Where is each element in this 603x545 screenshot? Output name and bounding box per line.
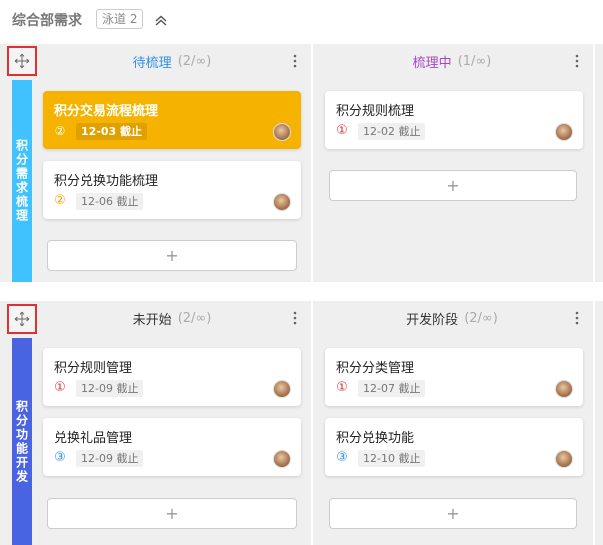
task-card[interactable]: 积分规则管理 ① 12-09 截止 xyxy=(43,348,301,406)
lane-count-badge: 泳道 2 xyxy=(96,9,144,29)
column-menu-button[interactable] xyxy=(290,308,300,328)
move-icon xyxy=(14,53,30,69)
avatar xyxy=(555,123,573,141)
due-date-badge: 12-03 截止 xyxy=(76,123,148,140)
column-divider xyxy=(593,44,595,282)
task-card[interactable]: 积分兑换功能 ③ 12-10 截止 xyxy=(325,418,583,476)
column-header-development: 开发阶段 (2/∞) xyxy=(313,301,591,335)
column-divider xyxy=(311,301,313,545)
card-title: 积分兑换功能梳理 xyxy=(54,174,159,189)
add-card-button[interactable]: + xyxy=(329,170,577,201)
more-vertical-icon xyxy=(575,54,579,68)
due-date-badge: 12-02 截止 xyxy=(358,123,426,140)
task-card[interactable]: 积分分类管理 ① 12-07 截止 xyxy=(325,348,583,406)
avatar xyxy=(555,450,573,468)
lane-drag-handle[interactable] xyxy=(7,46,37,76)
task-card[interactable]: 积分规则梳理 ① 12-02 截止 xyxy=(325,91,583,149)
column-header-todo: 待梳理 (2/∞) xyxy=(42,44,302,78)
column-title: 未开始 xyxy=(132,312,172,328)
due-date-badge: 12-07 截止 xyxy=(358,380,426,397)
priority-badge: ③ xyxy=(54,450,66,465)
due-date-badge: 12-06 截止 xyxy=(76,193,144,210)
due-date-badge: 12-09 截止 xyxy=(76,380,144,397)
priority-badge: ① xyxy=(336,380,348,395)
column-count: (2/∞) xyxy=(177,310,212,326)
add-card-button[interactable]: + xyxy=(47,240,297,271)
avatar xyxy=(273,380,291,398)
swimlane-label: 积分需求梳理 xyxy=(12,80,32,282)
column-count: (2/∞) xyxy=(177,53,212,69)
move-icon xyxy=(14,311,30,327)
column-divider xyxy=(311,44,313,282)
more-vertical-icon xyxy=(293,311,297,325)
column-title: 开发阶段 xyxy=(406,312,459,328)
card-title: 积分规则管理 xyxy=(54,361,133,376)
card-title: 积分兑换功能 xyxy=(336,431,415,446)
column-count: (2/∞) xyxy=(464,310,498,326)
column-count: (1/∞) xyxy=(457,53,492,69)
column-menu-button[interactable] xyxy=(572,51,582,71)
task-card[interactable]: 兑换礼品管理 ③ 12-09 截止 xyxy=(43,418,301,476)
collapse-up-icon[interactable] xyxy=(153,12,169,28)
board-header: 综合部需求 泳道 2 xyxy=(0,0,603,40)
column-menu-button[interactable] xyxy=(290,51,300,71)
task-card[interactable]: 积分交易流程梳理 ② 12-03 截止 xyxy=(43,91,301,149)
swimlane-label: 积分功能开发 xyxy=(12,338,32,545)
priority-badge: ② xyxy=(54,124,66,138)
priority-badge: ① xyxy=(54,380,66,395)
due-date-badge: 12-10 截止 xyxy=(358,450,426,467)
card-title: 兑换礼品管理 xyxy=(54,431,133,446)
card-title: 积分规则梳理 xyxy=(336,104,415,119)
more-vertical-icon xyxy=(293,54,297,68)
add-card-button[interactable]: + xyxy=(47,498,297,529)
due-date-badge: 12-09 截止 xyxy=(76,450,144,467)
column-header-in-progress: 梳理中 (1/∞) xyxy=(313,44,591,78)
column-title: 梳理中 xyxy=(412,55,452,71)
board-title: 综合部需求 xyxy=(12,13,82,29)
column-divider xyxy=(593,301,595,545)
card-title: 积分交易流程梳理 xyxy=(54,104,159,119)
column-menu-button[interactable] xyxy=(572,308,582,328)
priority-badge: ③ xyxy=(336,450,348,465)
column-title: 待梳理 xyxy=(132,55,172,71)
avatar xyxy=(273,450,291,468)
more-vertical-icon xyxy=(575,311,579,325)
card-title: 积分分类管理 xyxy=(336,361,415,376)
priority-badge: ② xyxy=(54,193,66,208)
avatar xyxy=(555,380,573,398)
lane-drag-handle[interactable] xyxy=(7,304,37,334)
add-card-button[interactable]: + xyxy=(329,498,577,529)
avatar xyxy=(273,123,291,141)
priority-badge: ① xyxy=(336,123,348,138)
column-header-not-started: 未开始 (2/∞) xyxy=(42,301,302,335)
task-card[interactable]: 积分兑换功能梳理 ② 12-06 截止 xyxy=(43,161,301,219)
avatar xyxy=(273,193,291,211)
